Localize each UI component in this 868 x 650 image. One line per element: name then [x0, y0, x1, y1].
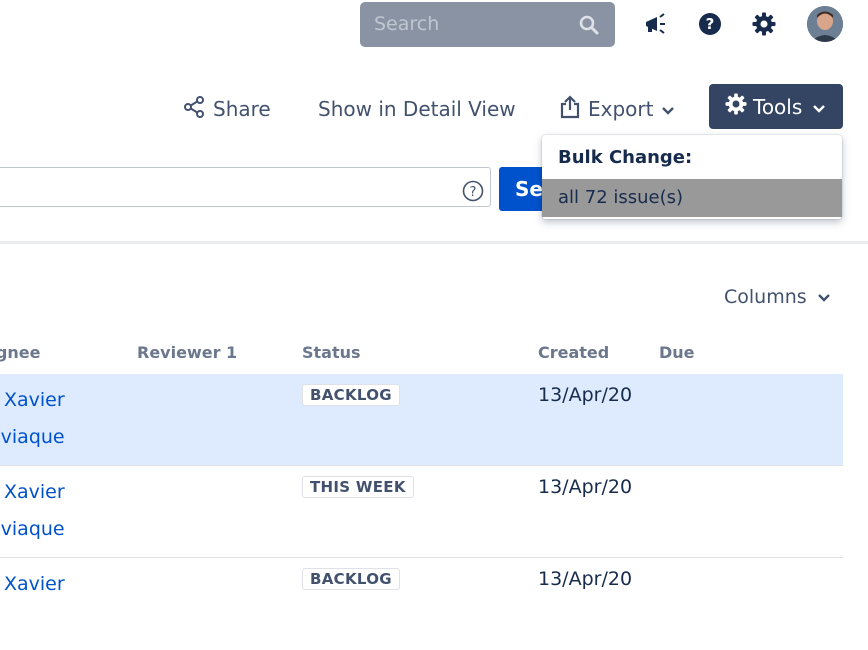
svg-text:?: ?	[706, 15, 715, 33]
tools-label: Tools	[753, 94, 803, 119]
column-header-reviewer-1[interactable]: Reviewer 1	[137, 343, 237, 362]
export-icon	[560, 94, 580, 124]
search-placeholder: Search	[374, 13, 440, 35]
section-divider	[0, 241, 868, 244]
export-label: Export	[588, 97, 654, 121]
detail-view-label: Show in Detail View	[318, 97, 516, 121]
created-date: 13/Apr/20	[538, 384, 633, 406]
help-icon[interactable]: ?	[697, 11, 723, 37]
table-row[interactable]: Xavier Boviaque THIS WEEK 13/Apr/20	[0, 466, 843, 558]
columns-label: Columns	[724, 286, 807, 308]
tools-button[interactable]: Tools	[709, 84, 843, 129]
created-date: 13/Apr/20	[538, 568, 633, 590]
show-in-detail-view-button[interactable]: Show in Detail View	[318, 94, 516, 124]
export-button[interactable]: Export	[560, 94, 675, 124]
jql-query-input[interactable]	[0, 167, 491, 207]
column-header-due[interactable]: Due	[659, 343, 695, 362]
svg-text:?: ?	[470, 185, 477, 200]
bulk-change-all-issues-item[interactable]: all 72 issue(s)	[542, 179, 842, 217]
assignee-link[interactable]: Xavier	[0, 566, 65, 603]
settings-gear-icon[interactable]	[751, 11, 777, 37]
assignee-last-name: Boviaque	[0, 518, 65, 540]
bulk-change-heading: Bulk Change:	[558, 147, 693, 168]
table-row[interactable]: Xavier BACKLOG 13/Apr/20	[0, 558, 843, 650]
assignee-first-name: Xavier	[4, 573, 65, 595]
columns-button[interactable]: Columns	[724, 286, 831, 308]
megaphone-icon[interactable]	[643, 11, 669, 37]
tools-dropdown-menu: Bulk Change: all 72 issue(s)	[542, 135, 842, 219]
share-label: Share	[213, 97, 271, 121]
user-avatar[interactable]	[807, 6, 843, 42]
column-header-status[interactable]: Status	[302, 343, 361, 362]
share-icon	[183, 95, 205, 123]
status-badge: THIS WEEK	[302, 476, 414, 498]
chevron-down-icon	[812, 95, 826, 119]
table-row[interactable]: Xavier Boviaque BACKLOG 13/Apr/20	[0, 374, 843, 466]
chevron-down-icon	[817, 286, 831, 308]
assignee-link[interactable]: Xavier Boviaque	[0, 382, 65, 456]
column-header-assignee[interactable]: Assignee	[0, 343, 40, 362]
assignee-last-name: Boviaque	[0, 426, 65, 448]
share-button[interactable]: Share	[183, 94, 271, 124]
search-icon[interactable]	[579, 15, 599, 39]
assignee-first-name: Xavier	[4, 389, 65, 411]
created-date: 13/Apr/20	[538, 476, 633, 498]
jql-help-icon[interactable]: ?	[462, 180, 484, 206]
global-search-input[interactable]: Search	[360, 2, 615, 47]
status-badge: BACKLOG	[302, 384, 400, 406]
status-badge: BACKLOG	[302, 568, 400, 590]
assignee-first-name: Xavier	[4, 481, 65, 503]
chevron-down-icon	[661, 97, 675, 121]
column-header-created[interactable]: Created	[538, 343, 609, 362]
assignee-link[interactable]: Xavier Boviaque	[0, 474, 65, 548]
gear-icon	[725, 93, 747, 120]
